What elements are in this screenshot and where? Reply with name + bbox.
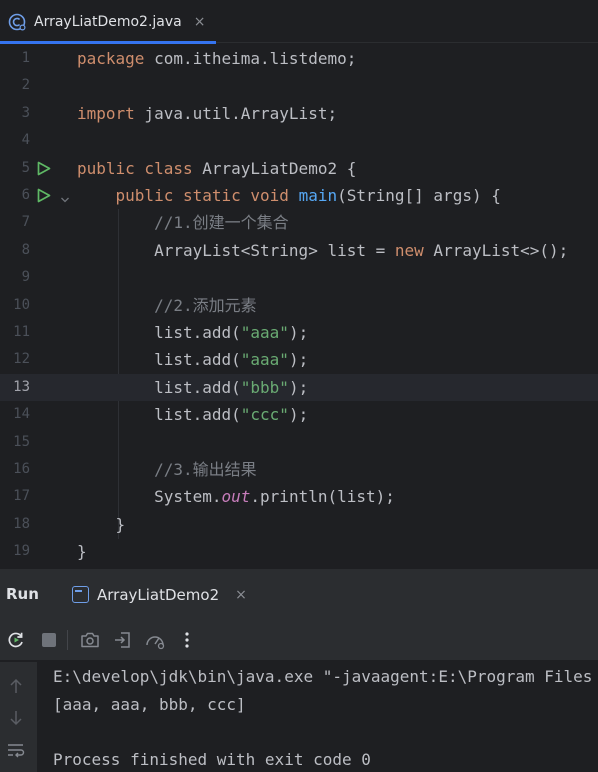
code-text: import java.util.ArrayList; — [77, 103, 338, 123]
line-number: 13 — [13, 378, 30, 395]
editor-tab-label: ArrayLiatDemo2.java — [34, 13, 182, 30]
line-number: 10 — [13, 296, 30, 313]
line-number: 3 — [21, 104, 30, 121]
close-run-tab-icon[interactable]: × — [235, 587, 247, 603]
code-line[interactable]: 11 list.add("aaa"); — [0, 319, 598, 346]
code-line[interactable]: 9 — [0, 264, 598, 291]
toolbar-separator — [67, 630, 68, 650]
line-number: 4 — [21, 132, 30, 149]
code-text: //1.创建一个集合 — [154, 213, 289, 233]
editor-tab-bar: ArrayLiatDemo2.java × — [0, 0, 598, 44]
line-number: 1 — [21, 50, 30, 66]
java-class-icon — [8, 13, 26, 31]
run-config-tab[interactable]: ArrayLiatDemo2 × — [72, 569, 247, 620]
console-icon — [72, 586, 89, 603]
fold-chevron-icon[interactable] — [60, 190, 70, 203]
line-number: 14 — [13, 406, 30, 423]
code-text: list.add("aaa"); — [77, 323, 309, 342]
stop-icon[interactable] — [38, 629, 60, 651]
code-text: public class ArrayLiatDemo2 { — [77, 158, 357, 178]
code-line[interactable]: 7 //1.创建一个集合 — [0, 209, 598, 236]
code-text: //3.输出结果 — [154, 460, 257, 479]
line-number: 2 — [21, 77, 30, 94]
code-line[interactable]: 15 — [0, 429, 598, 456]
console-line: [aaa, aaa, bbb, ccc] — [53, 694, 246, 714]
restore-layout-icon[interactable] — [112, 629, 134, 651]
code-text: //2.添加元素 — [154, 295, 257, 315]
line-number: 12 — [13, 351, 30, 368]
console-side-toolbar — [0, 662, 38, 772]
line-number: 11 — [13, 324, 30, 340]
code-line[interactable]: 16 //3.输出结果 — [0, 456, 598, 483]
console-line: Process finished with exit code 0 — [53, 749, 371, 769]
code-text: } — [77, 514, 126, 534]
code-line[interactable]: 5 public class ArrayLiatDemo2 { — [0, 155, 598, 182]
performance-icon[interactable] — [144, 629, 166, 651]
line-number: 17 — [13, 488, 30, 505]
line-number: 8 — [21, 241, 30, 258]
code-line[interactable]: 3 import java.util.ArrayList; — [0, 100, 598, 127]
console-output[interactable]: E:\develop\jdk\bin\java.exe "-javaagent:… — [38, 662, 598, 772]
more-icon[interactable] — [176, 629, 198, 651]
line-number: 16 — [13, 461, 30, 477]
code-text: public static void main(String[] args) { — [115, 186, 501, 205]
run-toolbar — [0, 619, 598, 661]
code-text: } — [77, 542, 87, 562]
line-number: 6 — [21, 187, 30, 203]
code-line[interactable]: 8 ArrayList<String> list = new ArrayList… — [0, 237, 598, 264]
code-line[interactable]: 2 — [0, 72, 598, 99]
code-line[interactable]: 13 list.add("bbb"); — [0, 373, 598, 402]
camera-icon[interactable] — [79, 629, 101, 651]
run-panel-title: Run — [6, 585, 39, 603]
run-gutter-icon[interactable] — [37, 188, 51, 203]
code-line[interactable]: 14 list.add("ccc"); — [0, 401, 598, 428]
code-line[interactable]: 6 public static void main(String[] args)… — [0, 182, 598, 209]
close-tab-icon[interactable]: × — [194, 14, 206, 30]
line-number: 18 — [13, 515, 30, 532]
code-text: package com.itheima.listdemo; — [77, 49, 357, 68]
console-line: E:\develop\jdk\bin\java.exe "-javaagent:… — [53, 667, 593, 686]
code-line[interactable]: 18 } — [0, 511, 598, 538]
line-number: 9 — [21, 269, 30, 286]
rerun-icon[interactable] — [5, 629, 27, 651]
code-line[interactable]: 4 — [0, 127, 598, 154]
line-number: 5 — [21, 159, 30, 176]
code-line[interactable]: 12 list.add("aaa"); — [0, 346, 598, 373]
arrow-down-icon[interactable] — [6, 708, 26, 728]
line-number: 15 — [13, 433, 30, 450]
run-gutter-icon[interactable] — [37, 161, 51, 176]
code-text: list.add("aaa"); — [77, 350, 309, 370]
code-line[interactable]: 1 package com.itheima.listdemo; — [0, 45, 598, 72]
run-config-tab-label: ArrayLiatDemo2 — [97, 585, 220, 604]
code-line[interactable]: 19} — [0, 538, 598, 565]
line-number: 7 — [21, 214, 30, 231]
code-text: list.add("bbb"); — [77, 377, 309, 397]
arrow-up-icon[interactable] — [6, 676, 26, 696]
run-tool-window-header: Run ArrayLiatDemo2 × — [0, 568, 598, 619]
code-line[interactable]: 10 //2.添加元素 — [0, 292, 598, 319]
code-line[interactable]: 17 System.out.println(list); — [0, 483, 598, 510]
code-text: ArrayList<String> list = new ArrayList<>… — [77, 240, 569, 260]
code-editor[interactable]: 1 package com.itheima.listdemo; 2 3 import j… — [0, 44, 598, 568]
soft-wrap-icon[interactable] — [6, 740, 26, 760]
editor-tab-arraylistdemo2[interactable]: ArrayLiatDemo2.java × — [0, 0, 216, 44]
code-text: list.add("ccc"); — [77, 405, 309, 425]
line-number: 19 — [13, 543, 30, 560]
code-text: System.out.println(list); — [77, 487, 395, 507]
